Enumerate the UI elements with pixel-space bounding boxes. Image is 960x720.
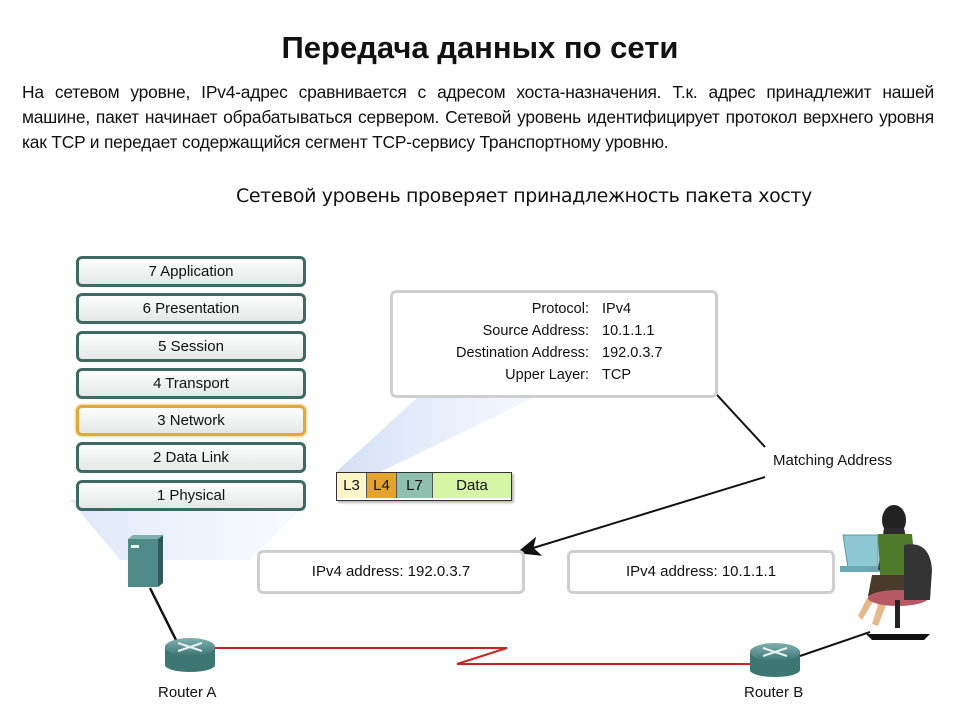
header-key: Upper Layer: <box>505 367 589 383</box>
osi-layer-7: 7 Application <box>76 256 306 287</box>
diagram-subtitle: Сетевой уровень проверяет принадлежность… <box>236 185 812 207</box>
packet-header-info: Protocol: IPv4 Source Address: 10.1.1.1 … <box>390 290 718 398</box>
header-row-upper-layer: Upper Layer: TCP <box>393 364 715 386</box>
client-link <box>799 631 871 657</box>
osi-layer-3-highlighted: 3 Network <box>76 405 306 437</box>
packet-data: Data <box>433 473 511 498</box>
osi-layer-6: 6 Presentation <box>76 293 306 325</box>
description-paragraph: На сетевом уровне, IPv4-адрес сравнивает… <box>22 82 934 152</box>
client-address-box: IPv4 address: 10.1.1.1 <box>567 550 835 594</box>
matching-address-label: Matching Address <box>773 452 893 469</box>
osi-layer-1: 1 Physical <box>76 479 306 511</box>
user-at-computer-icon <box>840 505 932 640</box>
page-title: Передача данных по сети <box>281 30 679 65</box>
router-a-icon <box>165 638 215 672</box>
header-row-destination: Destination Address: 192.0.3.7 <box>393 342 715 364</box>
server-link <box>148 587 178 641</box>
osi-layer-5: 5 Session <box>76 330 306 362</box>
router-a-label: Router A <box>158 684 217 701</box>
packet-segments: L3 L4 L7 Data <box>336 472 512 501</box>
header-key: Destination Address: <box>456 345 589 361</box>
server-icon <box>128 535 163 587</box>
server-address-box: IPv4 address: 192.0.3.7 <box>257 550 525 594</box>
osi-layer-4: 4 Transport <box>76 367 306 399</box>
packet-l7: L7 <box>397 473 433 498</box>
router-b-label: Router B <box>744 684 804 701</box>
zoom-beam-packet <box>336 395 540 472</box>
packet-l3: L3 <box>337 473 367 498</box>
header-key: Source Address: <box>482 323 589 339</box>
router-b-icon <box>750 643 800 677</box>
header-row-source: Source Address: 10.1.1.1 <box>393 320 715 342</box>
arrow-to-server-address <box>516 476 766 556</box>
packet-l4: L4 <box>367 473 397 498</box>
header-value: 192.0.3.7 <box>602 345 663 361</box>
osi-layer-2: 2 Data Link <box>76 442 306 474</box>
serial-link <box>215 647 750 665</box>
header-value: 10.1.1.1 <box>602 323 655 339</box>
osi-layer-stack: 7 Application 6 Presentation 5 Session 4… <box>76 256 306 517</box>
header-value: TCP <box>602 367 631 383</box>
header-value: IPv4 <box>602 301 632 317</box>
header-key: Protocol: <box>531 301 589 317</box>
header-row-protocol: Protocol: IPv4 <box>393 298 715 320</box>
